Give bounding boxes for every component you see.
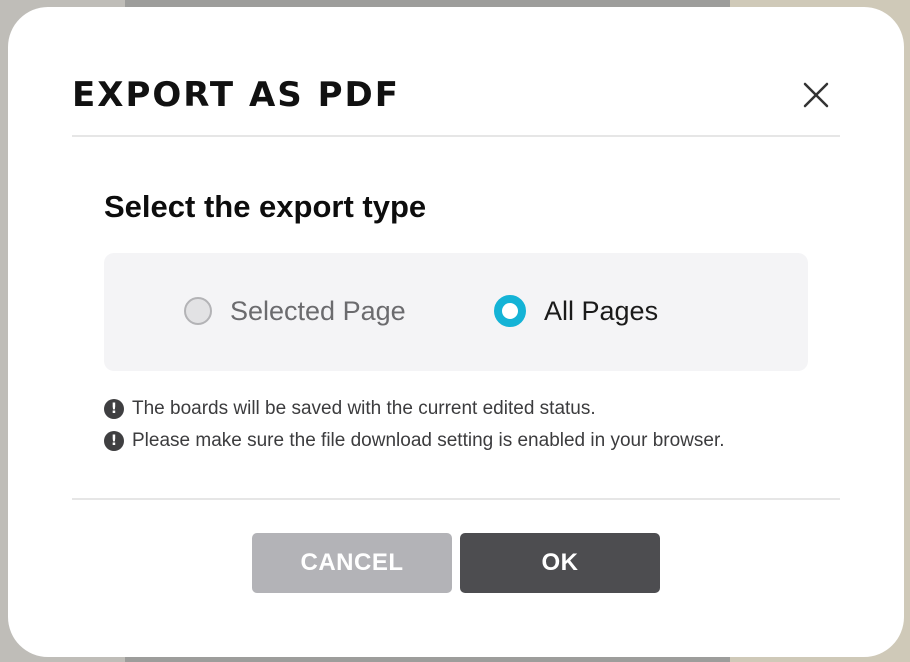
option-selected-page[interactable]: Selected Page	[184, 291, 406, 331]
note-item: ! The boards will be saved with the curr…	[104, 393, 725, 425]
notes-list: ! The boards will be saved with the curr…	[104, 393, 725, 457]
note-text: The boards will be saved with the curren…	[132, 398, 596, 419]
section-title: Select the export type	[104, 189, 427, 224]
note-item: ! Please make sure the file download set…	[104, 425, 725, 457]
export-type-options: Selected Page All Pages	[104, 253, 808, 371]
close-button[interactable]	[800, 79, 832, 111]
dialog-header: EXPORT AS PDF	[72, 71, 840, 137]
exclamation-circle-icon: !	[104, 431, 124, 451]
ok-button[interactable]: OK	[460, 533, 660, 593]
cancel-button[interactable]: CANCEL	[252, 533, 452, 593]
option-label-selected-page: Selected Page	[230, 296, 406, 326]
exclamation-circle-icon: !	[104, 399, 124, 419]
option-all-pages[interactable]: All Pages	[494, 291, 658, 331]
option-label-all-pages: All Pages	[544, 296, 659, 326]
note-text: Please make sure the file download setti…	[132, 430, 725, 451]
close-icon	[803, 82, 829, 108]
footer-divider	[72, 498, 840, 500]
export-pdf-dialog: EXPORT AS PDF Select the export type Sel…	[8, 7, 904, 657]
radio-all-pages[interactable]	[494, 295, 526, 327]
radio-selected-page[interactable]	[184, 297, 212, 325]
dialog-title: EXPORT AS PDF	[72, 75, 400, 115]
